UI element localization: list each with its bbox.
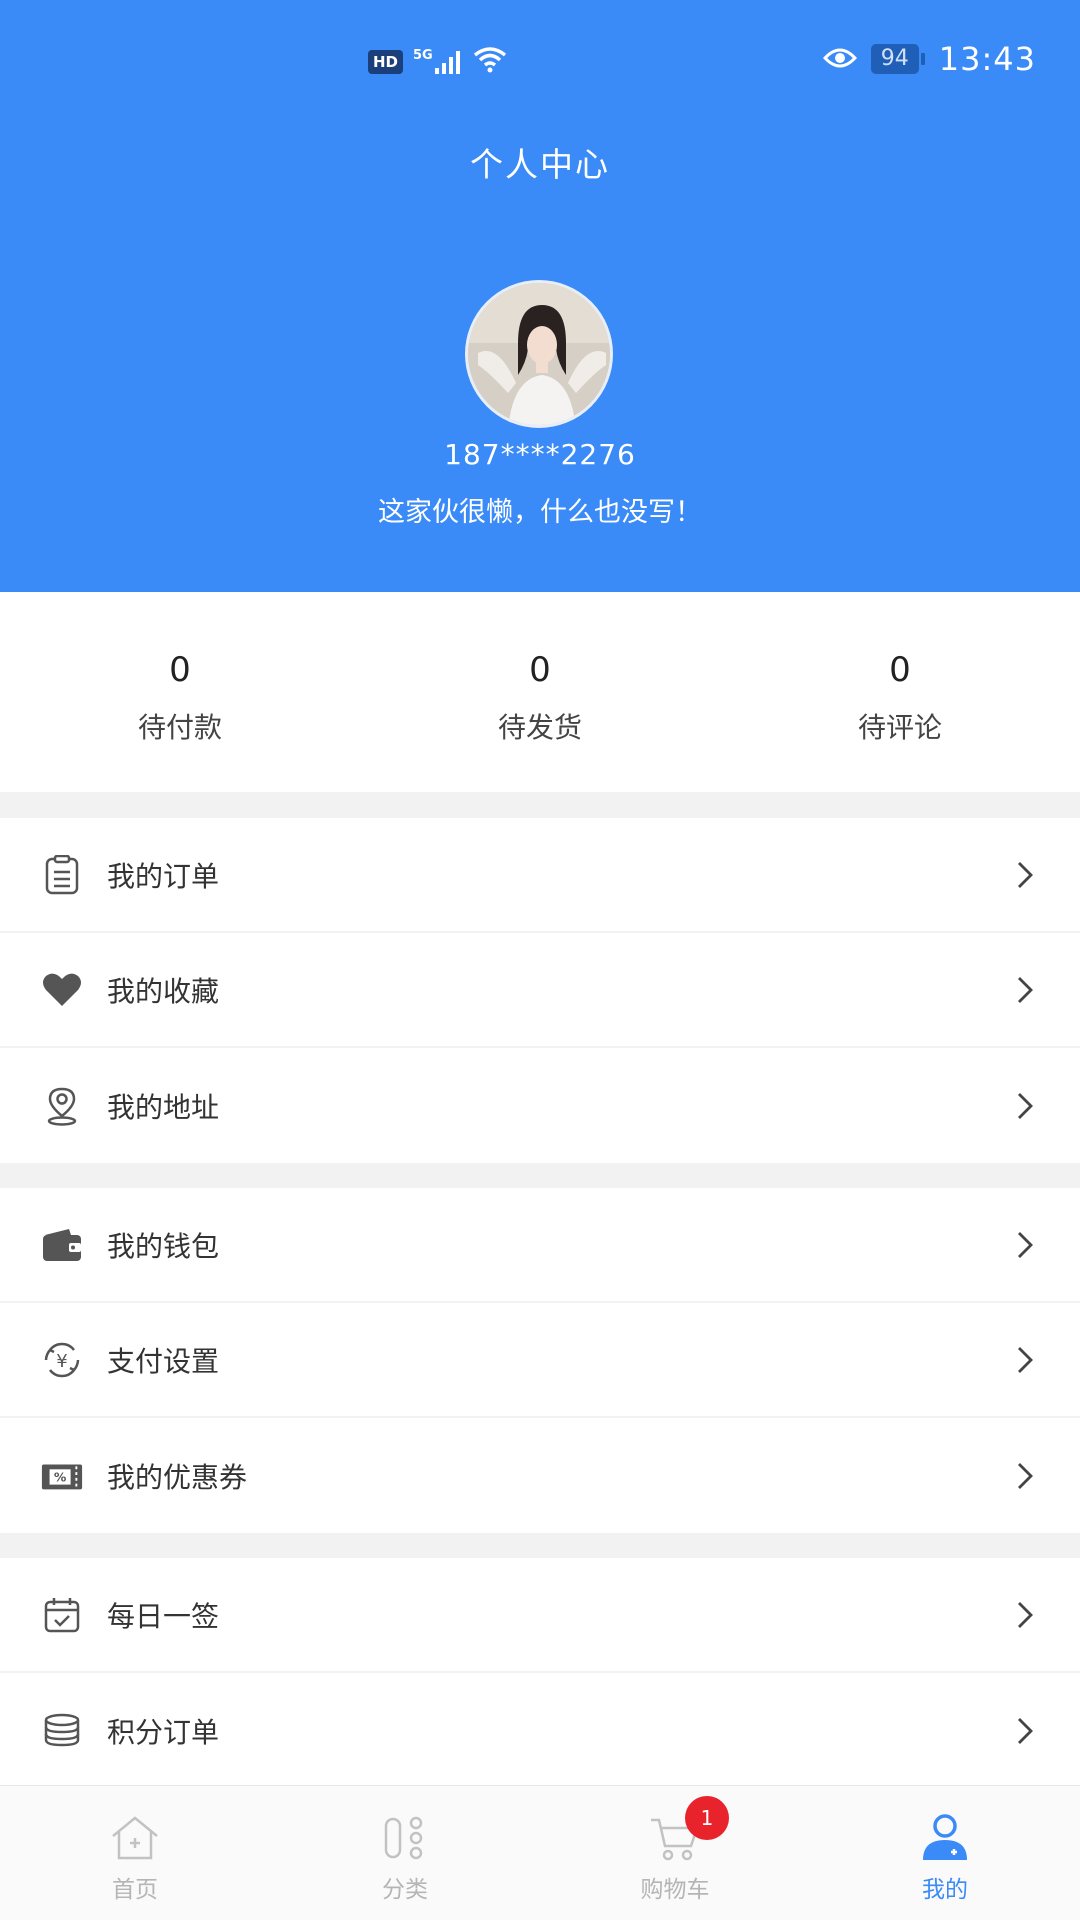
eye-icon	[822, 40, 857, 78]
tab-cart[interactable]: 购物车 1	[540, 1786, 810, 1920]
bottom-tab-bar: 首页 分类 购物车 1 我的	[0, 1785, 1080, 1920]
chevron-right-icon	[1010, 970, 1040, 1010]
clock: 13:43	[938, 40, 1036, 78]
home-icon	[107, 1810, 163, 1866]
tab-label: 购物车	[640, 1877, 710, 1903]
stat-label: 待评论	[857, 711, 942, 744]
menu-item-label: 我的钱包	[107, 1229, 220, 1263]
tab-label: 我的	[922, 1877, 968, 1903]
category-icon	[377, 1810, 433, 1866]
menu-item-points-orders[interactable]: 积分订单	[0, 1673, 1080, 1788]
menu-item-favorites[interactable]: 我的收藏	[0, 933, 1080, 1048]
hd-badge: HD	[368, 50, 404, 74]
status-left: HD 5G	[368, 46, 507, 78]
user-phone: 187****2276	[444, 438, 636, 471]
menu-group-2: 我的钱包 ¥ 支付设置 % 我的优惠券	[0, 1188, 1080, 1533]
tab-label: 首页	[112, 1877, 158, 1903]
battery-icon: 94	[870, 44, 925, 74]
stat-value: 0	[889, 650, 911, 690]
chevron-right-icon	[1010, 1340, 1040, 1380]
page-title: 个人中心	[470, 145, 610, 184]
chevron-right-icon	[1010, 1456, 1040, 1496]
menu-item-label: 我的优惠券	[107, 1460, 248, 1494]
battery-level: 94	[870, 44, 919, 74]
menu-group-1: 我的订单 我的收藏 我的地址	[0, 818, 1080, 1163]
order-list-icon	[40, 853, 84, 897]
menu-item-label: 积分订单	[107, 1715, 220, 1749]
menu-group-3: 每日一签 积分订单	[0, 1558, 1080, 1788]
chevron-right-icon	[1010, 1086, 1040, 1126]
cart-count-badge: 1	[685, 1796, 729, 1840]
menu-item-address[interactable]: 我的地址	[0, 1048, 1080, 1163]
svg-text:%: %	[54, 1469, 67, 1484]
stat-label: 待发货	[497, 711, 582, 744]
yuan-cycle-icon: ¥	[40, 1338, 84, 1382]
network-label: 5G	[413, 48, 433, 63]
wifi-icon	[473, 46, 507, 78]
chevron-right-icon	[1010, 1225, 1040, 1265]
profile-header: HD 5G 94 13:43 个人中心 187****2276 这家伙很懒，什么…	[0, 0, 1080, 592]
chevron-right-icon	[1010, 1711, 1040, 1751]
tab-category[interactable]: 分类	[270, 1786, 540, 1920]
calendar-check-icon	[40, 1593, 84, 1637]
menu-item-label: 我的订单	[107, 859, 220, 893]
status-bar: HD 5G 94 13:43	[0, 40, 1080, 90]
menu-item-wallet[interactable]: 我的钱包	[0, 1188, 1080, 1303]
user-icon	[917, 1810, 973, 1866]
order-stats: 0 待付款 0 待发货 0 待评论	[0, 592, 1080, 792]
menu-item-label: 我的地址	[107, 1090, 220, 1124]
menu-item-label: 我的收藏	[107, 974, 220, 1008]
svg-text:¥: ¥	[56, 1351, 67, 1372]
menu-item-label: 每日一签	[107, 1599, 220, 1633]
avatar-image	[468, 283, 610, 425]
coins-stack-icon	[40, 1709, 84, 1753]
status-right: 94 13:43	[822, 40, 1036, 78]
stat-pending-payment[interactable]: 0 待付款	[0, 592, 360, 792]
tab-label: 分类	[382, 1877, 428, 1903]
menu-item-label: 支付设置	[107, 1344, 220, 1378]
tab-home[interactable]: 首页	[0, 1786, 270, 1920]
coupon-icon: %	[40, 1454, 84, 1498]
menu-item-daily-checkin[interactable]: 每日一签	[0, 1558, 1080, 1673]
user-signature: 这家伙很懒，什么也没写！	[378, 497, 702, 528]
wallet-icon	[40, 1223, 84, 1267]
location-pin-icon	[40, 1084, 84, 1128]
stat-pending-shipment[interactable]: 0 待发货	[360, 592, 720, 792]
stat-value: 0	[169, 650, 191, 690]
avatar[interactable]	[465, 280, 613, 428]
menu-item-coupons[interactable]: % 我的优惠券	[0, 1418, 1080, 1533]
signal-icon: 5G	[413, 48, 463, 76]
heart-icon	[40, 968, 84, 1012]
stat-pending-review[interactable]: 0 待评论	[720, 592, 1080, 792]
stat-label: 待付款	[137, 711, 222, 744]
tab-mine[interactable]: 我的	[810, 1786, 1080, 1920]
chevron-right-icon	[1010, 1595, 1040, 1635]
menu-item-orders[interactable]: 我的订单	[0, 818, 1080, 933]
chevron-right-icon	[1010, 855, 1040, 895]
menu-item-payment-settings[interactable]: ¥ 支付设置	[0, 1303, 1080, 1418]
stat-value: 0	[529, 650, 551, 690]
